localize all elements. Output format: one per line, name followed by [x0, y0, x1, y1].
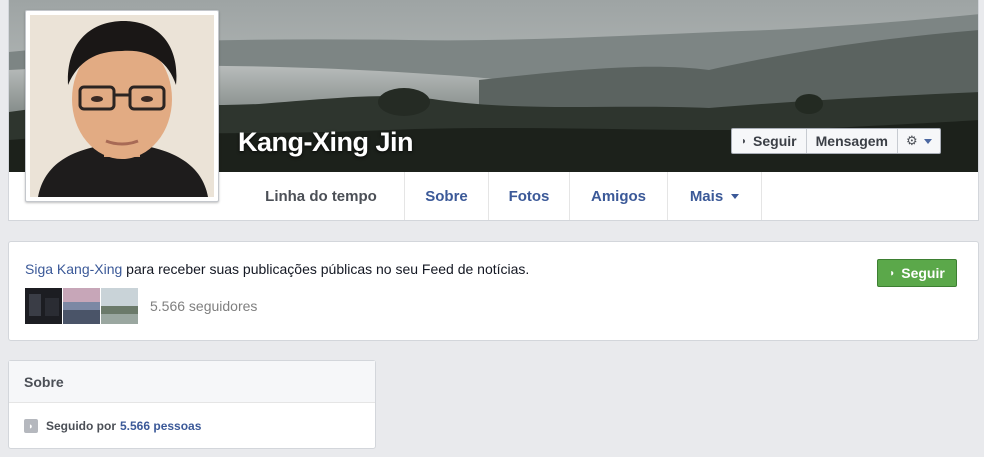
- follow-card: Siga Kang-Xing para receber suas publica…: [8, 241, 979, 341]
- follow-link[interactable]: Siga Kang-Xing: [25, 261, 122, 277]
- follow-prompt: Siga Kang-Xing para receber suas publica…: [25, 261, 529, 277]
- tab-friends[interactable]: Amigos: [570, 172, 668, 220]
- follower-thumb[interactable]: [101, 288, 138, 324]
- follower-thumbnails: [25, 288, 138, 324]
- message-button[interactable]: Mensagem: [807, 129, 898, 153]
- follower-thumb[interactable]: [63, 288, 100, 324]
- tab-about[interactable]: Sobre: [405, 172, 489, 220]
- avatar-portrait: [30, 15, 214, 197]
- tab-timeline[interactable]: Linha do tempo: [238, 172, 405, 220]
- chevron-down-icon: [923, 138, 932, 144]
- profile-name[interactable]: Kang-Xing Jin: [238, 127, 414, 158]
- profile-actions: ◗ Seguir Mensagem ⚙: [731, 128, 941, 154]
- tab-more-label: Mais: [689, 187, 724, 205]
- follow-green-button-label: Seguir: [901, 265, 945, 281]
- follow-button[interactable]: ◗ Seguir: [732, 129, 807, 153]
- followed-by-text: Seguido por: [46, 419, 116, 433]
- follow-button-label: Seguir: [753, 133, 797, 149]
- about-title: Sobre: [9, 361, 375, 403]
- profile-header: Kang-Xing Jin ◗ Seguir Mensagem ⚙ Linha …: [8, 0, 979, 221]
- about-card: Sobre ◗ Seguido por 5.566 pessoas: [8, 360, 376, 449]
- profile-picture[interactable]: [25, 10, 219, 202]
- rss-icon: ◗: [24, 419, 38, 433]
- follow-green-button[interactable]: ◗ Seguir: [877, 259, 957, 287]
- profile-tabs: Linha do tempo Sobre Fotos Amigos Mais: [238, 172, 762, 220]
- followers-count[interactable]: 5.566 seguidores: [150, 298, 257, 314]
- followed-by-row: ◗ Seguido por 5.566 pessoas: [24, 419, 201, 433]
- follow-prompt-text: para receber suas publicações públicas n…: [122, 261, 530, 277]
- rss-icon: ◗: [741, 135, 748, 147]
- settings-dropdown[interactable]: ⚙: [898, 129, 940, 153]
- message-button-label: Mensagem: [815, 133, 888, 149]
- follower-thumb[interactable]: [25, 288, 62, 324]
- gear-icon: ⚙: [905, 133, 918, 148]
- tab-more[interactable]: Mais: [668, 172, 762, 220]
- avatar: [30, 15, 214, 197]
- followed-by-count-link[interactable]: 5.566 pessoas: [120, 419, 201, 433]
- rss-icon: ◗: [889, 267, 896, 279]
- tab-photos[interactable]: Fotos: [489, 172, 570, 220]
- chevron-down-icon: [731, 193, 740, 199]
